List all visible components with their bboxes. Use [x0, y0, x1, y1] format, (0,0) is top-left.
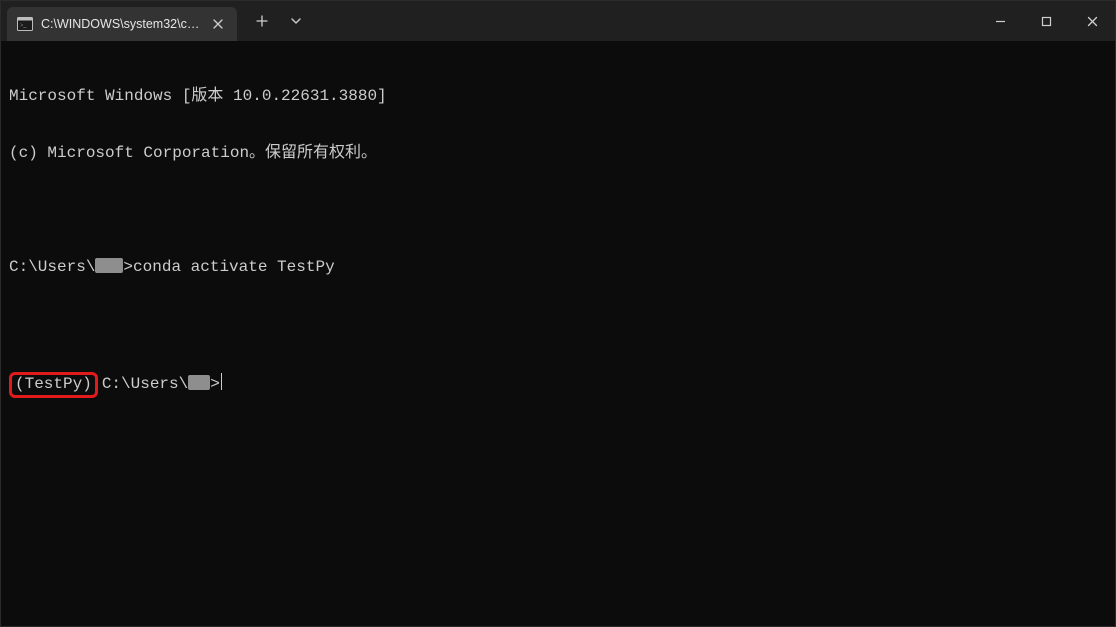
- prompt-prefix: C:\Users\: [9, 258, 95, 276]
- tab-dropdown-button[interactable]: [281, 6, 311, 36]
- command-text: conda activate TestPy: [133, 258, 335, 276]
- new-tab-button[interactable]: [247, 6, 277, 36]
- minimize-button[interactable]: [977, 1, 1023, 41]
- redacted-username: [188, 375, 210, 390]
- prompt-suffix: >: [210, 375, 220, 393]
- tab-title: C:\WINDOWS\system32\cmd.: [41, 17, 201, 31]
- redacted-username: [95, 258, 123, 273]
- window-titlebar: >_ C:\WINDOWS\system32\cmd.: [1, 1, 1115, 41]
- prompt-prefix: C:\Users\: [102, 375, 188, 393]
- terminal-window: >_ C:\WINDOWS\system32\cmd.: [0, 0, 1116, 627]
- env-highlight-frame: (TestPy): [9, 372, 98, 398]
- tab-close-button[interactable]: [209, 15, 227, 33]
- command-line-1: C:\Users\ >conda activate TestPy: [9, 258, 1107, 277]
- tab-cmd[interactable]: >_ C:\WINDOWS\system32\cmd.: [7, 7, 237, 41]
- terminal-output[interactable]: Microsoft Windows [版本 10.0.22631.3880] (…: [1, 41, 1115, 626]
- prompt-suffix: >: [123, 258, 133, 276]
- banner-line-1: Microsoft Windows [版本 10.0.22631.3880]: [9, 87, 1107, 106]
- conda-env-label: (TestPy): [15, 375, 92, 393]
- tab-actions: [237, 1, 311, 41]
- close-window-button[interactable]: [1069, 1, 1115, 41]
- svg-text:>_: >_: [20, 23, 27, 29]
- cmd-icon: >_: [17, 16, 33, 32]
- blank-line: [9, 201, 1107, 220]
- env-highlight: (TestPy): [9, 372, 98, 398]
- current-prompt-line: (TestPy) C:\Users\ >: [9, 372, 1107, 398]
- blank-line: [9, 315, 1107, 334]
- window-controls: [977, 1, 1115, 41]
- maximize-button[interactable]: [1023, 1, 1069, 41]
- text-cursor: [221, 373, 223, 390]
- titlebar-drag-region[interactable]: [311, 1, 977, 41]
- tab-strip: >_ C:\WINDOWS\system32\cmd.: [1, 1, 237, 41]
- banner-line-2: (c) Microsoft Corporation。保留所有权利。: [9, 144, 1107, 163]
